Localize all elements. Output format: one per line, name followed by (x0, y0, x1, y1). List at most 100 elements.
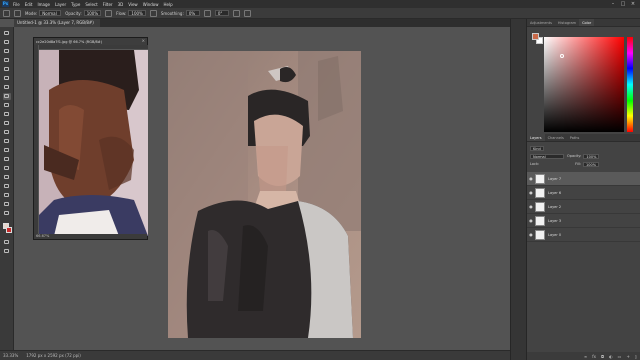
brush-preset-icon[interactable] (3, 9, 10, 17)
layer-opacity-input[interactable]: 100% (583, 153, 600, 159)
type-tool-icon[interactable] (3, 165, 11, 172)
shape-tool-icon[interactable] (3, 183, 11, 190)
add-mask-icon[interactable]: ◘ (601, 354, 604, 359)
healing-tool-icon[interactable] (3, 84, 11, 91)
tab-paths[interactable]: Paths (567, 134, 583, 141)
reference-window[interactable]: cc2e20d8a7f1.jpg @ 66.7% (RGB/8#) × 66.6… (33, 37, 148, 240)
tools-panel (0, 27, 14, 350)
layer-row[interactable]: ● Layer 6 (527, 186, 640, 200)
layer-row[interactable]: ● Layer 0 (527, 228, 640, 242)
screen-mode-icon[interactable] (3, 248, 11, 255)
layer-thumbnail (535, 201, 545, 212)
pressure-opacity-icon[interactable] (105, 9, 113, 17)
layers-footer: ∞ fx ◘ ◐ ▭ + ▯ (527, 352, 640, 360)
visibility-eye-icon[interactable]: ● (527, 232, 535, 237)
brush-settings-icon[interactable] (14, 9, 21, 17)
visibility-eye-icon[interactable]: ● (527, 176, 535, 181)
edit-toolbar-icon[interactable] (3, 210, 11, 217)
history-brush-tool-icon[interactable] (3, 111, 11, 118)
menu-window[interactable]: Window (143, 2, 159, 7)
menu-layer[interactable]: Layer (55, 2, 66, 7)
menu-select[interactable]: Select (85, 2, 97, 7)
layer-row[interactable]: ● Layer 2 (527, 200, 640, 214)
menu-3d[interactable]: 3D (118, 2, 124, 7)
brushes-panel-icon[interactable] (515, 55, 523, 62)
document-tab[interactable]: Untitled-1 @ 33.3% (Layer 7, RGB/8#) (14, 19, 100, 27)
path-select-tool-icon[interactable] (3, 174, 11, 181)
eyedropper-tool-icon[interactable] (3, 75, 11, 82)
layer-row[interactable]: ● Layer 3 (527, 214, 640, 228)
symmetry-icon[interactable] (243, 9, 251, 17)
new-group-icon[interactable]: ▭ (618, 354, 622, 359)
menu-edit[interactable]: Edit (25, 2, 33, 7)
color-panel (527, 27, 640, 134)
blur-tool-icon[interactable] (3, 138, 11, 145)
menu-filter[interactable]: Filter (103, 2, 113, 7)
opacity-input[interactable]: 100% (83, 10, 102, 16)
zoom-tool-icon[interactable] (3, 201, 11, 208)
angle-input[interactable]: 0° (214, 10, 229, 16)
brush-tool-icon[interactable] (3, 93, 11, 100)
main-canvas[interactable] (168, 51, 361, 338)
layer-blend-row: Normal Opacity: 100% (530, 153, 602, 159)
new-layer-icon[interactable]: + (626, 354, 629, 359)
marquee-tool-icon[interactable] (3, 39, 11, 46)
layer-lock-row: Lock: Fill: 100% (530, 161, 602, 167)
swatches-panel-icon[interactable] (515, 67, 523, 74)
tab-histogram[interactable]: Histogram (555, 19, 579, 26)
zoom-level[interactable]: 33.33% (3, 353, 18, 358)
fill-input[interactable]: 100% (583, 161, 600, 167)
layer-name: Layer 3 (548, 218, 562, 223)
color-picker-field[interactable] (544, 37, 624, 132)
layer-kind-filter[interactable]: Kind (530, 145, 544, 151)
menu-image[interactable]: Image (37, 2, 50, 7)
brush-settings-panel-icon[interactable] (515, 43, 523, 50)
hand-tool-icon[interactable] (3, 192, 11, 199)
smoothing-options-icon[interactable] (203, 9, 211, 17)
properties-panel-icon[interactable] (515, 31, 523, 38)
visibility-eye-icon[interactable]: ● (527, 190, 535, 195)
blend-mode-select[interactable]: Normal (530, 153, 564, 159)
hue-slider[interactable] (627, 37, 633, 132)
lasso-tool-icon[interactable] (3, 48, 11, 55)
quick-mask-icon[interactable] (3, 239, 11, 246)
mode-select[interactable]: Normal (39, 10, 62, 16)
painting (168, 51, 361, 338)
pen-tool-icon[interactable] (3, 156, 11, 163)
menu-view[interactable]: View (128, 2, 138, 7)
layer-row[interactable]: ● Layer 7 (527, 172, 640, 186)
layer-style-icon[interactable]: fx (592, 354, 596, 359)
opacity-label: Opacity: (65, 10, 82, 16)
menu-file[interactable]: File (13, 2, 20, 7)
pressure-size-icon[interactable] (232, 9, 240, 17)
visibility-eye-icon[interactable]: ● (527, 218, 535, 223)
menu-type[interactable]: Type (71, 2, 80, 7)
quick-select-tool-icon[interactable] (3, 57, 11, 64)
tab-channels[interactable]: Channels (545, 134, 567, 141)
reference-window-title[interactable]: cc2e20d8a7f1.jpg @ 66.7% (RGB/8#) (34, 38, 147, 45)
tab-color[interactable]: Color (579, 19, 595, 26)
clone-stamp-tool-icon[interactable] (3, 102, 11, 109)
menu-help[interactable]: Help (163, 2, 172, 7)
flow-input[interactable]: 100% (128, 10, 146, 16)
delete-layer-icon[interactable]: ▯ (635, 354, 637, 359)
foreground-color-chip[interactable] (532, 33, 539, 40)
crop-tool-icon[interactable] (3, 66, 11, 73)
link-layers-icon[interactable]: ∞ (584, 354, 587, 359)
airbrush-icon[interactable] (149, 9, 157, 17)
visibility-eye-icon[interactable]: ● (527, 204, 535, 209)
tab-layers[interactable]: Layers (527, 134, 545, 141)
smoothing-input[interactable]: 0% (185, 10, 200, 16)
dodge-tool-icon[interactable] (3, 147, 11, 154)
eraser-tool-icon[interactable] (3, 120, 11, 127)
color-picker-cursor[interactable] (560, 54, 564, 58)
close-icon[interactable]: × (628, 0, 638, 8)
tab-adjustments[interactable]: Adjustments (527, 19, 555, 26)
background-color-swatch[interactable] (6, 227, 12, 233)
move-tool-icon[interactable] (3, 30, 11, 37)
gradient-tool-icon[interactable] (3, 129, 11, 136)
maximize-icon[interactable]: □ (618, 0, 628, 8)
close-icon[interactable]: × (142, 38, 145, 43)
minimize-icon[interactable]: – (608, 0, 618, 8)
adjustment-layer-icon[interactable]: ◐ (609, 354, 613, 359)
